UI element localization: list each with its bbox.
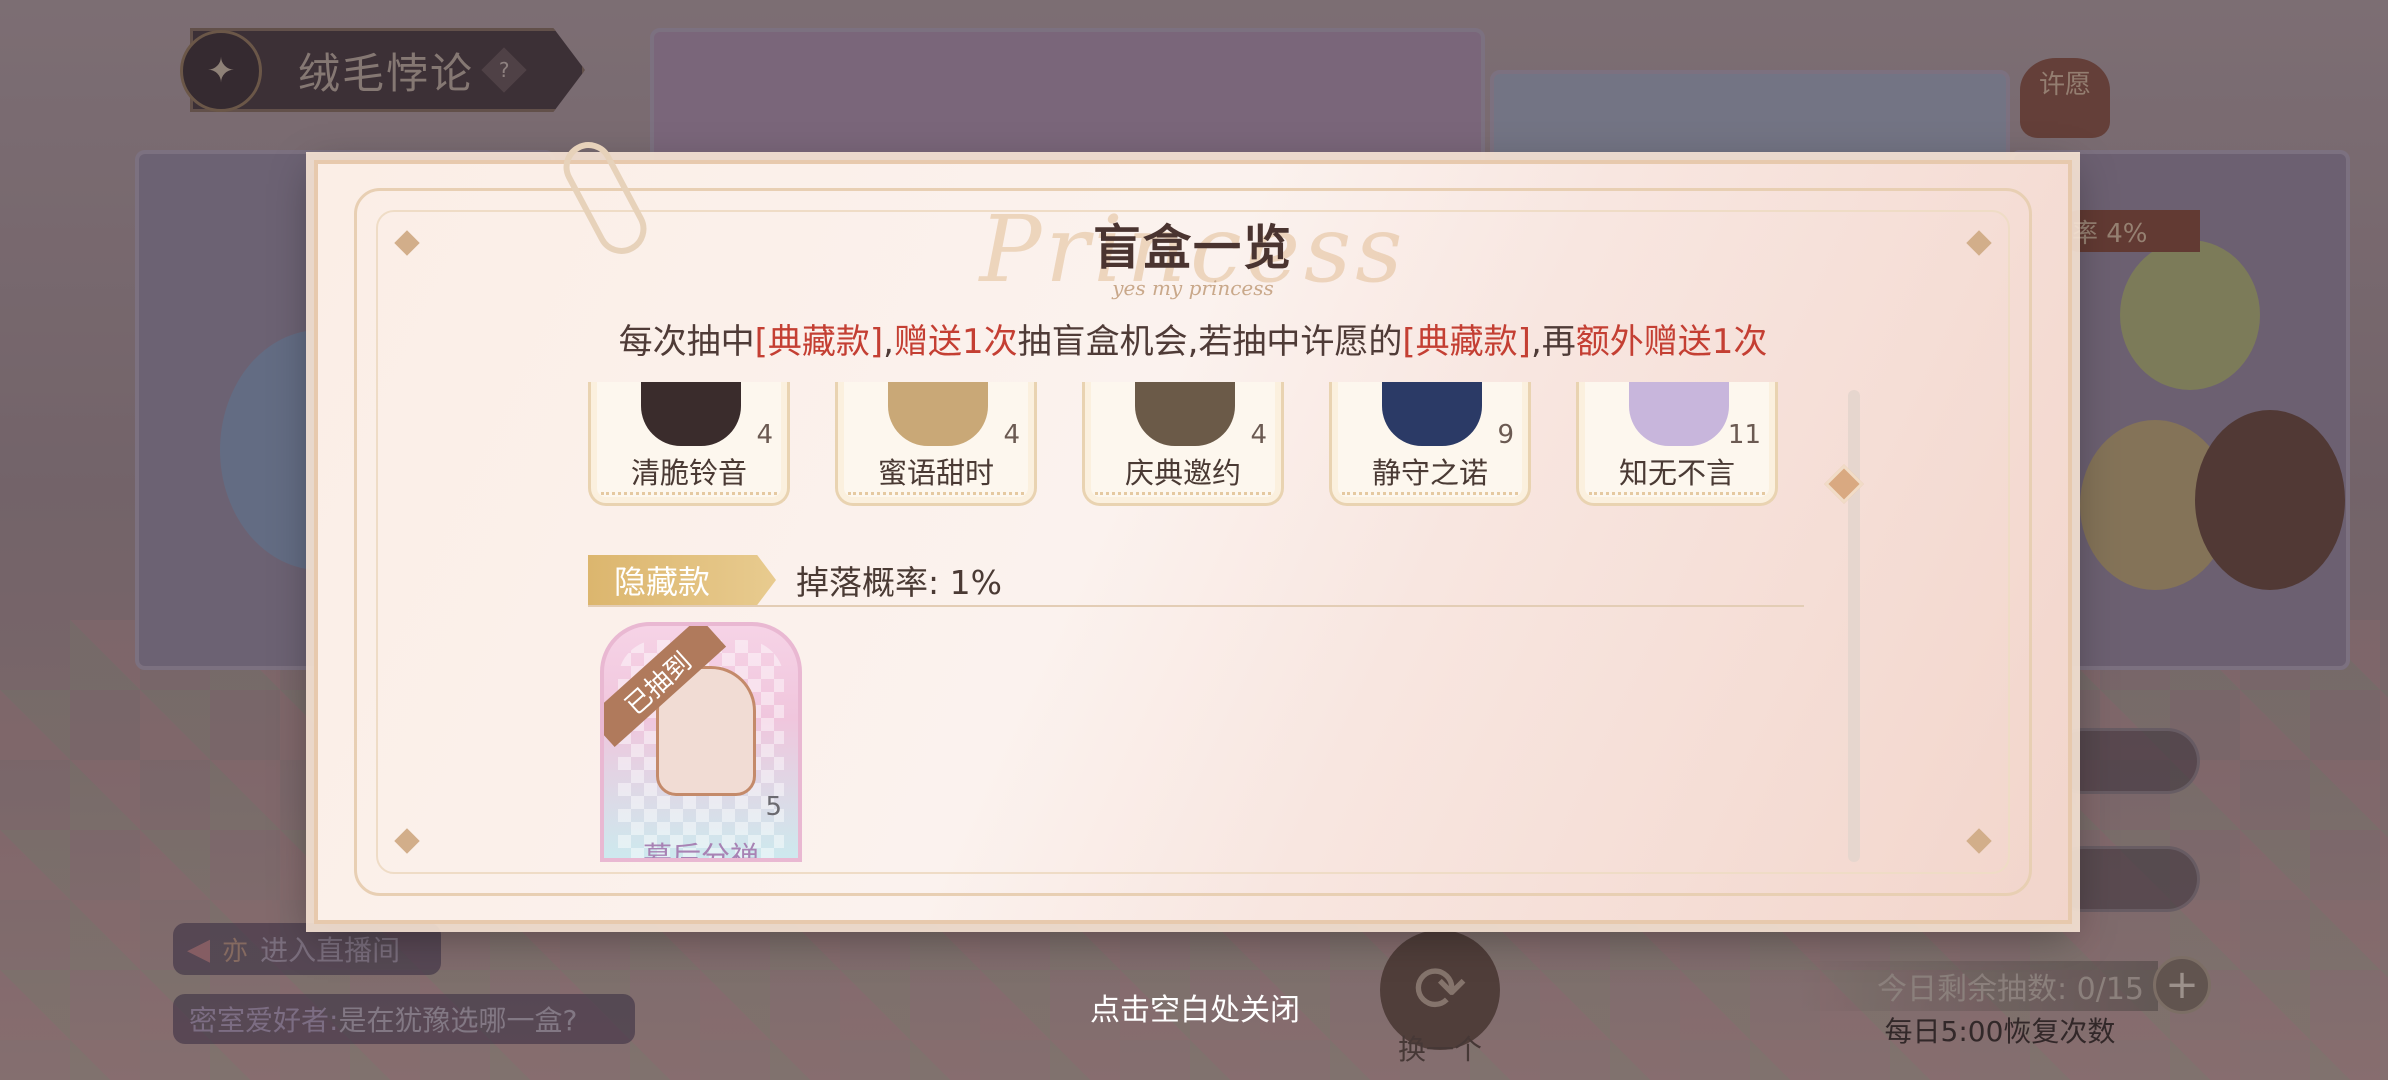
info-text: , bbox=[883, 322, 894, 362]
modal-subtitle: yes my princess bbox=[1112, 276, 1274, 300]
info-highlight: 额外赠送1次 bbox=[1575, 322, 1768, 362]
figure-card[interactable]: 9 静守之诺 bbox=[1329, 382, 1531, 506]
figure-image bbox=[641, 382, 741, 446]
card-scallop bbox=[1095, 489, 1271, 495]
figure-image bbox=[1629, 382, 1729, 446]
figure-name: 暮后分禅 bbox=[642, 840, 759, 862]
figure-count: 11 bbox=[1727, 420, 1761, 450]
hidden-section-header: 隐藏款 掉落概率: 1% bbox=[588, 555, 1804, 607]
figure-name: 清脆铃音 bbox=[630, 456, 747, 490]
figure-card[interactable]: 4 蜜语甜时 bbox=[835, 382, 1037, 506]
corner-ornament bbox=[394, 828, 420, 854]
cards-row: 4 清脆铃音 4 蜜语甜时 4 庆典邀约 9 静守之诺 11 知无不言 bbox=[588, 382, 1823, 506]
figure-name: 静守之诺 bbox=[1371, 456, 1488, 490]
figure-image bbox=[1135, 382, 1235, 446]
figure-image bbox=[888, 382, 988, 446]
figure-card[interactable]: 4 庆典邀约 bbox=[1082, 382, 1284, 506]
figure-image bbox=[1382, 382, 1482, 446]
hidden-figure-card[interactable]: 已抽到 5 暮后分禅 bbox=[600, 622, 802, 862]
figure-count: 4 bbox=[1003, 420, 1020, 450]
info-text: ,再 bbox=[1530, 322, 1576, 362]
blindbox-overview-modal: Princess 盲盒一览 yes my princess 每次抽中[典藏款],… bbox=[314, 133, 2072, 924]
card-scallop bbox=[848, 489, 1024, 495]
figure-name: 知无不言 bbox=[1618, 456, 1735, 490]
scrollbar-track[interactable] bbox=[1848, 390, 1860, 862]
reward-info: 每次抽中[典藏款],赠送1次抽盲盒机会,若抽中许愿的[典藏款],再额外赠送1次 bbox=[318, 314, 2068, 363]
card-scallop bbox=[1342, 489, 1518, 495]
close-hint[interactable]: 点击空白处关闭 bbox=[1000, 985, 1390, 1029]
blindbox-list[interactable]: 4 清脆铃音 4 蜜语甜时 4 庆典邀约 9 静守之诺 11 知无不言 隐藏款 … bbox=[588, 382, 1978, 862]
modal-header: Princess 盲盒一览 yes my princess bbox=[318, 196, 2068, 303]
figure-count: 9 bbox=[1497, 420, 1514, 450]
figure-count: 5 bbox=[765, 792, 782, 822]
hidden-tag: 隐藏款 bbox=[588, 555, 776, 605]
figure-name: 蜜语甜时 bbox=[877, 456, 994, 490]
drop-rate: 掉落概率: 1% bbox=[796, 563, 1002, 602]
info-highlight: 赠送1次 bbox=[893, 322, 1018, 362]
figure-count: 4 bbox=[756, 420, 773, 450]
info-text: 每次抽中 bbox=[618, 322, 755, 362]
info-highlight: [典藏款] bbox=[754, 322, 884, 362]
info-highlight: [典藏款] bbox=[1402, 322, 1531, 362]
figure-count: 4 bbox=[1250, 420, 1267, 450]
figure-card[interactable]: 4 清脆铃音 bbox=[588, 382, 790, 506]
info-text: 抽盲盒机会,若抽中许愿的 bbox=[1017, 322, 1403, 362]
modal-title: 盲盒一览 bbox=[1092, 220, 1293, 276]
figure-name: 庆典邀约 bbox=[1124, 456, 1241, 490]
figure-card[interactable]: 11 知无不言 bbox=[1576, 382, 1778, 506]
card-scallop bbox=[1589, 489, 1765, 495]
card-scallop bbox=[601, 489, 777, 495]
